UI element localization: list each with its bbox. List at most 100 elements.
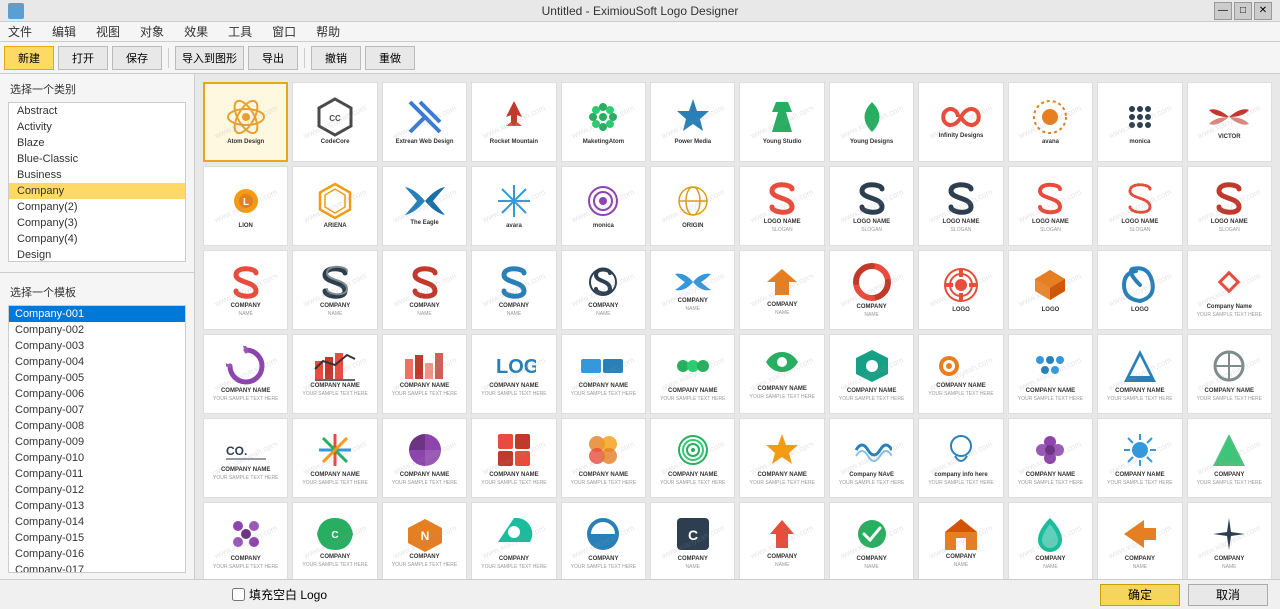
toolbar-open[interactable]: 打开 bbox=[58, 46, 108, 70]
tpl-002[interactable]: Company-002 bbox=[9, 322, 185, 338]
logo-cell[interactable]: COMPANY NAMEYOUR SAMPLE TEXT HEREwww.xia… bbox=[650, 418, 735, 498]
logo-cell[interactable]: CO.COMPANY NAMEYOUR SAMPLE TEXT HEREwww.… bbox=[203, 418, 288, 498]
cancel-button[interactable]: 取消 bbox=[1188, 584, 1268, 606]
logo-cell[interactable]: LOGOwww.xiaoyeah.com bbox=[1097, 250, 1182, 330]
logo-cell[interactable]: ORIGINwww.xiaoyeah.com bbox=[650, 166, 735, 246]
logo-cell[interactable]: COMPANY NAMEYOUR SAMPLE TEXT HEREwww.xia… bbox=[561, 334, 646, 414]
logo-cell[interactable]: COMPANYYOUR SAMPLE TEXT HEREwww.xiaoyeah… bbox=[203, 502, 288, 579]
menu-view[interactable]: 视图 bbox=[92, 23, 124, 40]
toolbar-export[interactable]: 导出 bbox=[248, 46, 298, 70]
logo-cell[interactable]: LOGO NAMESLOGANwww.xiaoyeah.com bbox=[918, 166, 1003, 246]
menu-help[interactable]: 帮助 bbox=[312, 23, 344, 40]
logo-cell[interactable]: LOGO NAMESLOGANwww.xiaoyeah.com bbox=[1008, 166, 1093, 246]
tpl-012[interactable]: Company-012 bbox=[9, 482, 185, 498]
menu-file[interactable]: 文件 bbox=[4, 23, 36, 40]
logo-cell[interactable]: COMPANYNAMEwww.xiaoyeah.com bbox=[739, 250, 824, 330]
cat-company4[interactable]: Company(4) bbox=[9, 231, 185, 247]
logo-cell[interactable]: LOGOwww.xiaoyeah.com bbox=[1008, 250, 1093, 330]
tpl-010[interactable]: Company-010 bbox=[9, 450, 185, 466]
logo-cell[interactable]: COMPANYNAMEwww.xiaoyeah.com bbox=[292, 250, 377, 330]
logo-cell[interactable]: LOGO NAMESLOGANwww.xiaoyeah.com bbox=[829, 166, 914, 246]
logo-cell[interactable]: Atom Designwww.xiaoyeah.com bbox=[203, 82, 288, 162]
logo-cell[interactable]: COMPANYYOUR SAMPLE TEXT HEREwww.xiaoyeah… bbox=[561, 502, 646, 579]
template-list[interactable]: Company-001 Company-002 Company-003 Comp… bbox=[8, 305, 186, 573]
logo-cell[interactable]: Young Studiowww.xiaoyeah.com bbox=[739, 82, 824, 162]
cat-company[interactable]: Company bbox=[9, 183, 185, 199]
tpl-006[interactable]: Company-006 bbox=[9, 386, 185, 402]
maximize-button[interactable]: □ bbox=[1234, 2, 1252, 20]
logo-cell[interactable]: COMPANY NAMEYOUR SAMPLE TEXT HEREwww.xia… bbox=[1008, 418, 1093, 498]
toolbar-save[interactable]: 保存 bbox=[112, 46, 162, 70]
ok-button[interactable]: 确定 bbox=[1100, 584, 1180, 606]
tpl-016[interactable]: Company-016 bbox=[9, 546, 185, 562]
logo-cell[interactable]: The Eaglewww.xiaoyeah.com bbox=[382, 166, 467, 246]
tpl-017[interactable]: Company-017 bbox=[9, 562, 185, 573]
logo-cell[interactable]: LLIONwww.xiaoyeah.com bbox=[203, 166, 288, 246]
logo-cell[interactable]: COMPANY NAMEYOUR SAMPLE TEXT HEREwww.xia… bbox=[292, 334, 377, 414]
toolbar-undo[interactable]: 撤销 bbox=[311, 46, 361, 70]
cat-activity[interactable]: Activity bbox=[9, 119, 185, 135]
logo-cell[interactable]: Young Designswww.xiaoyeah.com bbox=[829, 82, 914, 162]
cat-abstract[interactable]: Abstract bbox=[9, 103, 185, 119]
logo-cell[interactable]: COMPANYNAMEwww.xiaoyeah.com bbox=[1097, 502, 1182, 579]
tpl-011[interactable]: Company-011 bbox=[9, 466, 185, 482]
logo-cell[interactable]: monicawww.xiaoyeah.com bbox=[1097, 82, 1182, 162]
tpl-013[interactable]: Company-013 bbox=[9, 498, 185, 514]
logo-cell[interactable]: avarawww.xiaoyeah.com bbox=[471, 166, 556, 246]
logo-cell[interactable]: LOGOCOMPANY NAMEYOUR SAMPLE TEXT HEREwww… bbox=[471, 334, 556, 414]
logo-cell[interactable]: COMPANY NAMEYOUR SAMPLE TEXT HEREwww.xia… bbox=[739, 418, 824, 498]
logo-cell[interactable]: Company NameYOUR SAMPLE TEXT HEREwww.xia… bbox=[1187, 250, 1272, 330]
logo-cell[interactable]: VICTORwww.xiaoyeah.com bbox=[1187, 82, 1272, 162]
logo-cell[interactable]: company info hereYOUR SAMPLE TEXT HEREww… bbox=[918, 418, 1003, 498]
logo-cell[interactable]: ARIENAwww.xiaoyeah.com bbox=[292, 166, 377, 246]
toolbar-new[interactable]: 新建 bbox=[4, 46, 54, 70]
cat-company3[interactable]: Company(3) bbox=[9, 215, 185, 231]
logo-cell[interactable]: COMPANY NAMEYOUR SAMPLE TEXT HEREwww.xia… bbox=[292, 418, 377, 498]
logo-cell[interactable]: COMPANYNAMEwww.xiaoyeah.com bbox=[739, 502, 824, 579]
logo-cell[interactable]: Infinity Designswww.xiaoyeah.com bbox=[918, 82, 1003, 162]
logo-cell[interactable]: LOGO NAMESLOGANwww.xiaoyeah.com bbox=[1097, 166, 1182, 246]
logo-cell[interactable]: COMPANYNAMEwww.xiaoyeah.com bbox=[382, 250, 467, 330]
logo-cell[interactable]: COMPANYNAMEwww.xiaoyeah.com bbox=[650, 250, 735, 330]
logo-cell[interactable]: COMPANY NAMEYOUR SAMPLE TEXT HEREwww.xia… bbox=[471, 418, 556, 498]
logo-cell[interactable]: COMPANY NAMEYOUR SAMPLE TEXT HEREwww.xia… bbox=[1097, 418, 1182, 498]
cat-design[interactable]: Design bbox=[9, 247, 185, 262]
cat-business[interactable]: Business bbox=[9, 167, 185, 183]
logo-cell[interactable]: COMPANY NAMEYOUR SAMPLE TEXT HEREwww.xia… bbox=[739, 334, 824, 414]
logo-cell[interactable]: NCOMPANYYOUR SAMPLE TEXT HEREwww.xiaoyea… bbox=[382, 502, 467, 579]
logo-cell[interactable]: COMPANY NAMEYOUR SAMPLE TEXT HEREwww.xia… bbox=[1097, 334, 1182, 414]
logo-cell[interactable]: CCOMPANYNAMEwww.xiaoyeah.com bbox=[650, 502, 735, 579]
toolbar-redo[interactable]: 重做 bbox=[365, 46, 415, 70]
logo-cell[interactable]: LOGO NAMESLOGANwww.xiaoyeah.com bbox=[1187, 166, 1272, 246]
logo-cell[interactable]: LOGOwww.xiaoyeah.com bbox=[918, 250, 1003, 330]
tpl-003[interactable]: Company-003 bbox=[9, 338, 185, 354]
logo-cell[interactable]: COMPANYNAMEwww.xiaoyeah.com bbox=[918, 502, 1003, 579]
logo-cell[interactable]: MaketingAtomwww.xiaoyeah.com bbox=[561, 82, 646, 162]
cat-blueclassic[interactable]: Blue-Classic bbox=[9, 151, 185, 167]
logo-cell[interactable]: COMPANY NAMEYOUR SAMPLE TEXT HEREwww.xia… bbox=[650, 334, 735, 414]
logo-cell[interactable]: Power Mediawww.xiaoyeah.com bbox=[650, 82, 735, 162]
tpl-008[interactable]: Company-008 bbox=[9, 418, 185, 434]
close-button[interactable]: ✕ bbox=[1254, 2, 1272, 20]
logo-cell[interactable]: Rocket Mountainwww.xiaoyeah.com bbox=[471, 82, 556, 162]
logo-cell[interactable]: LOGO NAMESLOGANwww.xiaoyeah.com bbox=[739, 166, 824, 246]
tpl-005[interactable]: Company-005 bbox=[9, 370, 185, 386]
toolbar-import[interactable]: 导入到图形 bbox=[175, 46, 244, 70]
tpl-014[interactable]: Company-014 bbox=[9, 514, 185, 530]
logo-cell[interactable]: COMPANY NAMEYOUR SAMPLE TEXT HEREwww.xia… bbox=[203, 334, 288, 414]
category-list[interactable]: Abstract Activity Blaze Blue-Classic Bus… bbox=[8, 102, 186, 262]
logo-cell[interactable]: COMPANY NAMEYOUR SAMPLE TEXT HEREwww.xia… bbox=[1187, 334, 1272, 414]
logo-cell[interactable]: monicawww.xiaoyeah.com bbox=[561, 166, 646, 246]
logo-cell[interactable]: COMPANYNAMEwww.xiaoyeah.com bbox=[829, 250, 914, 330]
logo-cell[interactable]: COMPANY NAMEYOUR SAMPLE TEXT HEREwww.xia… bbox=[918, 334, 1003, 414]
logo-cell[interactable]: COMPANY NAMEYOUR SAMPLE TEXT HEREwww.xia… bbox=[561, 418, 646, 498]
minimize-button[interactable]: — bbox=[1214, 2, 1232, 20]
cat-company2[interactable]: Company(2) bbox=[9, 199, 185, 215]
tpl-009[interactable]: Company-009 bbox=[9, 434, 185, 450]
logo-cell[interactable]: COMPANY NAMEYOUR SAMPLE TEXT HEREwww.xia… bbox=[382, 334, 467, 414]
cat-blaze[interactable]: Blaze bbox=[9, 135, 185, 151]
logo-cell[interactable]: COMPANYYOUR SAMPLE TEXT HEREwww.xiaoyeah… bbox=[1187, 418, 1272, 498]
logo-cell[interactable]: COMPANYNAMEwww.xiaoyeah.com bbox=[471, 250, 556, 330]
logo-cell[interactable]: COMPANYNAMEwww.xiaoyeah.com bbox=[829, 502, 914, 579]
logo-cell[interactable]: COMPANY NAMEYOUR SAMPLE TEXT HEREwww.xia… bbox=[829, 334, 914, 414]
